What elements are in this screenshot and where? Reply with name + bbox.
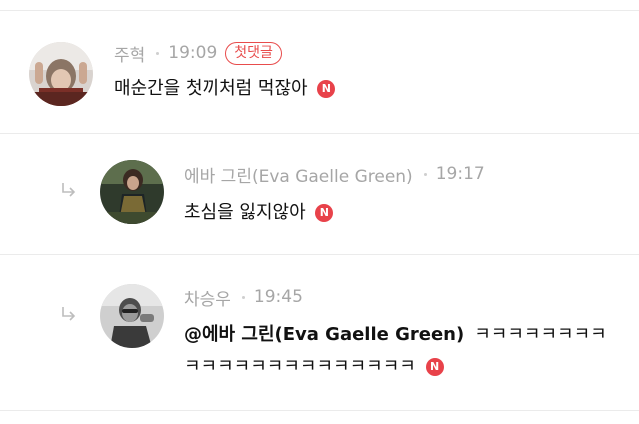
avatar[interactable] [29,42,93,106]
comment-text-row: 초심을 잃지않아 N [184,198,334,228]
first-comment-badge: 첫댓글 [225,41,282,65]
comment-meta: 차승우 19:45 [184,282,303,312]
reply-arrow-icon [62,307,76,321]
timestamp: 19:45 [253,287,303,307]
mention-link[interactable]: @에바 그린(Eva Gaelle Green) [184,324,464,345]
comment-meta: 에바 그린(Eva Gaelle Green) 19:17 [184,159,485,189]
reply-item: 차승우 19:45 @에바 그린(Eva Gaelle Green) ㅋㅋㅋㅋㅋㅋ… [0,255,639,410]
author-name[interactable]: 에바 그린(Eva Gaelle Green) [184,162,413,187]
timestamp: 19:17 [435,164,485,184]
author-name[interactable]: 차승우 [184,285,231,310]
separator-dot [156,51,160,55]
comment-meta: 주혁 19:09 첫댓글 [114,38,282,68]
avatar[interactable] [100,160,164,224]
timestamp: 19:09 [168,43,218,63]
new-badge: N [425,358,444,376]
new-badge: N [315,204,334,222]
separator-dot [241,295,245,299]
comment-item: 주혁 19:09 첫댓글 매순간을 첫끼처럼 먹잖아 N [0,11,639,118]
divider [0,410,639,411]
comment-text-row: @에바 그린(Eva Gaelle Green) ㅋㅋㅋㅋㅋㅋㅋㅋㅋㅋㅋㅋㅋㅋㅋㅋ… [184,319,614,383]
comment-text: 매순간을 첫끼처럼 먹잖아 [114,78,308,99]
new-badge: N [317,80,336,98]
comment-text: 초심을 잃지않아 [184,202,306,223]
separator-dot [423,172,427,176]
reply-arrow-icon [62,183,76,197]
avatar[interactable] [100,284,164,348]
author-name[interactable]: 주혁 [114,41,145,66]
reply-item: 에바 그린(Eva Gaelle Green) 19:17 초심을 잃지않아 N [0,134,639,254]
comment-text-row: 매순간을 첫끼처럼 먹잖아 N [114,74,336,104]
